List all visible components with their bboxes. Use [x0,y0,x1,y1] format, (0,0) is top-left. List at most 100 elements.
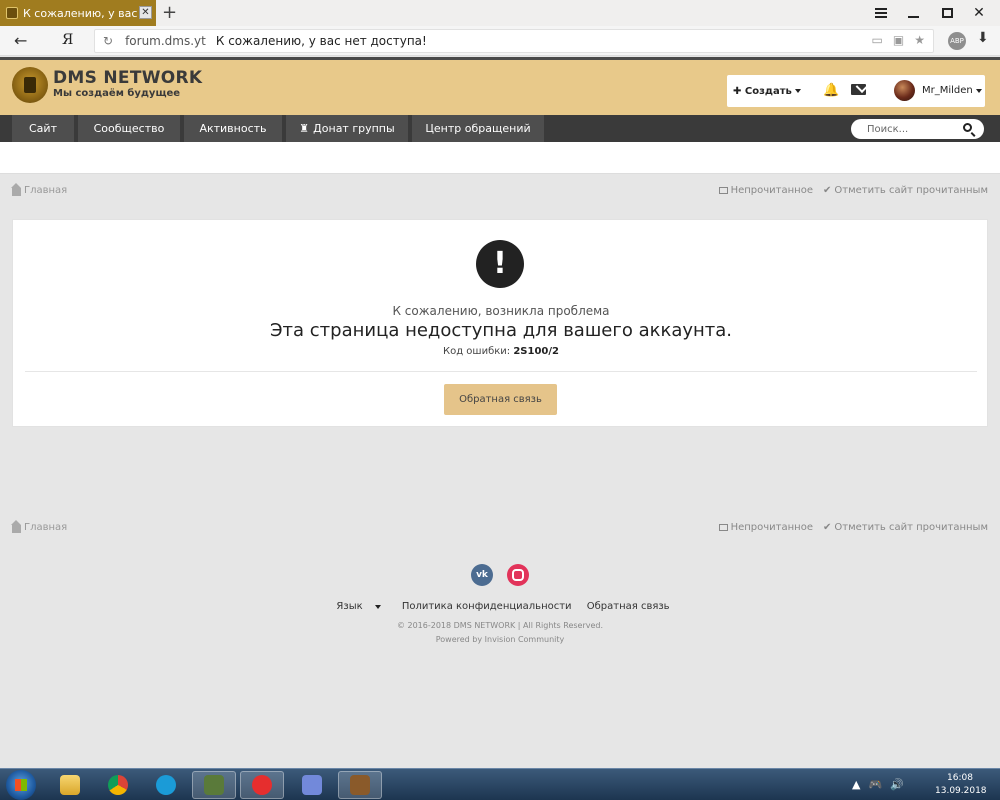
browser-tab-active[interactable]: К сожалению, у вас нет д ✕ [0,0,156,26]
nav-item-support-center[interactable]: Центр обращений [412,115,544,142]
exclamation-icon: ! [476,240,524,288]
tray-expand-icon[interactable]: ▲ [852,778,860,791]
breadcrumb-home: Главная [24,185,68,196]
powered-by-link[interactable]: Powered by Invision Community [0,635,1000,644]
privacy-link[interactable]: Политика конфиденциальности [402,601,572,612]
divider [25,371,977,372]
url-host: forum.dms.yt [125,34,206,48]
dms-emblem-icon[interactable] [12,67,48,103]
nav-item-donate-label: Донат группы [313,122,395,135]
user-avatar[interactable] [894,80,915,101]
check-icon: ✔ [822,185,832,196]
main-navigation: Сайт Сообщество Активность ♜ Донат группы… [0,115,1000,142]
user-bar: ✚ Создать 🔔 Mr_Milden [727,75,985,107]
game-icon [204,775,224,795]
site-header: DMS NETWORK Мы создаём будущее ✚ Создать… [0,57,1000,115]
breadcrumb-home: Главная [24,522,68,533]
vk-icon[interactable]: vk [471,564,493,586]
maximize-icon [941,8,953,18]
breadcrumb[interactable]: Главная [11,182,68,196]
system-clock[interactable]: 16:08 13.09.2018 [935,772,987,798]
system-tray: ▲ 🎮 🔊 [852,778,904,791]
reload-icon[interactable]: ↻ [103,34,113,48]
unread-link[interactable]: Непрочитанное [718,522,813,533]
clock-time: 16:08 [947,773,973,783]
nav-item-community[interactable]: Сообщество [78,115,180,142]
breadcrumb-bottom[interactable]: Главная [11,519,68,533]
back-button[interactable]: ← [14,31,27,50]
feedback-button[interactable]: Обратная связь [444,384,557,415]
nav-item-activity[interactable]: Активность [184,115,282,142]
address-field[interactable]: ↻ forum.dms.yt К сожалению, у вас нет до… [94,29,934,53]
taskbar-game-app[interactable] [192,771,236,799]
chevron-down-icon [374,605,381,609]
mark-read-label: Отметить сайт прочитанным [834,185,988,196]
comment-icon[interactable]: ▭ [872,33,883,47]
create-button[interactable]: ✚ Создать [733,86,801,97]
folder-icon [60,775,80,795]
site-favicon-icon [6,7,18,19]
chevron-down-icon [975,88,982,93]
chrome-icon [108,775,128,795]
bookmark-star-icon[interactable]: ★ [914,33,925,47]
tab-close-icon[interactable]: ✕ [139,6,152,19]
error-message: Эта страница недоступна для вашего аккау… [269,320,733,341]
address-field-icons: ▭ ▣ ★ [872,33,925,47]
new-tab-button[interactable]: + [162,2,177,23]
site-logo-title[interactable]: DMS NETWORK [53,68,202,88]
taskbar-explorer[interactable] [48,771,92,799]
nav-item-site[interactable]: Сайт [12,115,74,142]
unread-label: Непрочитанное [730,522,813,533]
hamburger-icon [875,8,887,18]
browser-tab-bar: К сожалению, у вас нет д ✕ + ✕ [0,0,1000,26]
window-minimize-button[interactable] [896,0,930,26]
error-card: ! К сожалению, возникла проблема Эта стр… [12,219,988,427]
volume-icon[interactable]: 🔊 [890,778,904,791]
taskbar-yandex-browser[interactable] [240,771,284,799]
feedback-link[interactable]: Обратная связь [587,601,670,612]
home-icon [11,182,21,196]
instagram-icon[interactable] [507,564,529,586]
browser-menu-button[interactable] [864,0,898,26]
error-code-value: 2S100/2 [513,346,559,357]
yandex-browser-icon [252,775,272,795]
download-icon[interactable]: ⬇ [977,30,989,46]
yandex-logo-icon[interactable]: Я [62,32,73,48]
taskbar-minecraft[interactable] [338,771,382,799]
error-subtitle: К сожалению, возникла проблема [392,304,610,318]
chevron-down-icon [794,89,801,93]
search-icon[interactable] [963,123,972,132]
bottle-icon: ♜ [299,122,310,135]
url-page-title: К сожалению, у вас нет доступа! [215,34,427,48]
breadcrumb-actions-bottom: Непрочитанное ✔ Отметить сайт прочитанным [718,522,988,533]
mark-read-link[interactable]: ✔ Отметить сайт прочитанным [823,522,988,533]
language-menu[interactable]: Язык [330,601,386,612]
breadcrumb-actions: Непрочитанное ✔ Отметить сайт прочитанным [718,185,988,196]
clock-date: 13.09.2018 [935,786,987,796]
minimize-icon [907,16,919,18]
user-menu[interactable]: Mr_Milden [922,85,982,96]
taskbar-discord[interactable] [290,771,334,799]
adblock-plus-icon[interactable]: ABP [948,32,966,50]
plus-icon: ✚ [733,85,742,97]
ccleaner-icon [156,775,176,795]
window-maximize-button[interactable] [930,0,964,26]
search-placeholder: Поиск... [867,123,909,135]
site-logo-tagline: Мы создаём будущее [53,88,181,99]
nav-item-donate-groups[interactable]: ♜ Донат группы [286,115,408,142]
unread-icon [718,186,728,194]
search-input[interactable]: Поиск... [851,119,984,139]
error-code-label: Код ошибки: [443,346,514,357]
lock-icon[interactable]: ▣ [893,33,904,47]
unread-link[interactable]: Непрочитанное [718,185,813,196]
taskbar-chrome[interactable] [96,771,140,799]
gamepad-icon[interactable]: 🎮 [868,778,882,791]
taskbar-ccleaner[interactable] [144,771,188,799]
mark-read-label: Отметить сайт прочитанным [834,522,988,533]
notifications-bell-icon[interactable]: 🔔 [823,83,839,98]
mark-read-link[interactable]: ✔ Отметить сайт прочитанным [823,185,988,196]
window-close-button[interactable]: ✕ [962,0,996,26]
start-button[interactable] [6,770,36,800]
language-label: Язык [336,601,363,612]
messages-envelope-icon[interactable] [851,84,866,95]
